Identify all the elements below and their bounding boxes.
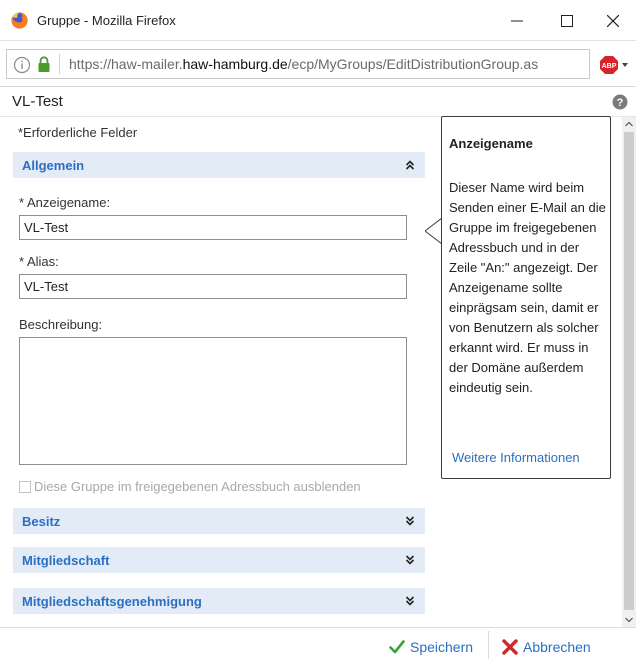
hide-from-address-book-checkbox[interactable] <box>19 480 31 493</box>
display-name-label: * Anzeigename: <box>19 195 111 210</box>
section-ownership-label: Besitz <box>22 514 61 529</box>
firefox-icon <box>11 12 28 29</box>
display-name-input[interactable] <box>19 215 407 240</box>
minimize-button[interactable] <box>494 0 540 41</box>
description-label: Beschreibung: <box>19 317 103 332</box>
close-icon <box>607 14 619 27</box>
url-text[interactable]: https://haw-mailer.haw-hamburg.de/ecp/My… <box>69 56 585 72</box>
double-chevron-down-icon <box>405 555 415 565</box>
more-info-link[interactable]: Weitere Informationen <box>452 450 580 465</box>
cancel-button-label: Abbrechen <box>523 639 591 655</box>
required-fields-note: *Erforderliche Felder <box>18 125 138 140</box>
scroll-up-button[interactable] <box>622 117 636 131</box>
section-membership-approval-label: Mitgliedschaftsgenehmigung <box>22 594 202 609</box>
page-header: VL-Test ? <box>0 87 636 117</box>
maximize-icon <box>561 14 573 27</box>
close-button[interactable] <box>590 0 636 41</box>
scrollbar-thumb[interactable] <box>624 132 634 610</box>
hide-from-address-book-row[interactable]: Diese Gruppe im freigegebenen Adressbuch… <box>19 479 361 494</box>
svg-text:?: ? <box>617 97 624 109</box>
checkmark-icon <box>389 640 405 654</box>
address-separator <box>59 54 60 74</box>
footer-separator <box>488 631 489 659</box>
cancel-x-icon <box>502 639 518 655</box>
address-bar[interactable]: https://haw-mailer.haw-hamburg.de/ecp/My… <box>6 49 590 79</box>
scroll-down-icon <box>625 617 633 623</box>
url-prefix: https://haw-mailer. <box>69 56 183 72</box>
section-general-label: Allgemein <box>22 158 85 173</box>
hide-from-address-book-label: Diese Gruppe im freigegebenen Adressbuch… <box>34 479 361 494</box>
save-button-label: Speichern <box>410 639 474 655</box>
save-button[interactable]: Speichern <box>389 639 473 655</box>
minimize-icon <box>511 20 523 21</box>
help-icon[interactable]: ? <box>612 94 628 110</box>
alias-label: * Alias: <box>19 254 59 269</box>
description-textarea[interactable] <box>19 337 407 465</box>
site-info-icon[interactable] <box>13 56 31 74</box>
vertical-scrollbar[interactable] <box>622 117 636 627</box>
window-titlebar: Gruppe - Mozilla Firefox <box>0 0 636 41</box>
url-domain: haw-hamburg.de <box>182 56 288 72</box>
section-membership-approval-header[interactable]: Mitgliedschaftsgenehmigung <box>13 587 425 614</box>
address-bar-row: https://haw-mailer.haw-hamburg.de/ecp/My… <box>0 41 636 87</box>
dialog-footer: Speichern Abbrechen <box>0 627 636 660</box>
maximize-button[interactable] <box>544 0 590 41</box>
callout-title: Anzeigename <box>449 136 533 151</box>
double-chevron-down-icon <box>405 516 415 526</box>
scroll-up-icon <box>625 121 633 127</box>
lock-icon[interactable] <box>37 56 51 73</box>
adblock-plus-icon[interactable]: ABP <box>600 56 630 74</box>
alias-input[interactable] <box>19 274 407 299</box>
svg-text:ABP: ABP <box>602 63 617 70</box>
url-path: /ecp/MyGroups/EditDistributionGroup.as <box>287 56 539 72</box>
section-ownership-header[interactable]: Besitz <box>13 507 425 534</box>
section-general-header[interactable]: Allgemein <box>13 151 425 178</box>
callout-pointer <box>425 218 442 244</box>
window-title: Gruppe - Mozilla Firefox <box>37 13 176 28</box>
scroll-down-button[interactable] <box>622 613 636 627</box>
double-chevron-up-icon <box>405 160 415 170</box>
cancel-button[interactable]: Abbrechen <box>502 639 591 655</box>
section-membership-header[interactable]: Mitgliedschaft <box>13 546 425 573</box>
section-membership-label: Mitgliedschaft <box>22 553 110 568</box>
callout-body: Dieser Name wird beim Senden einer E-Mai… <box>449 180 606 395</box>
help-callout: Anzeigename Dieser Name wird beim Senden… <box>441 116 611 479</box>
page-title: VL-Test <box>12 93 63 110</box>
double-chevron-down-icon <box>405 596 415 606</box>
